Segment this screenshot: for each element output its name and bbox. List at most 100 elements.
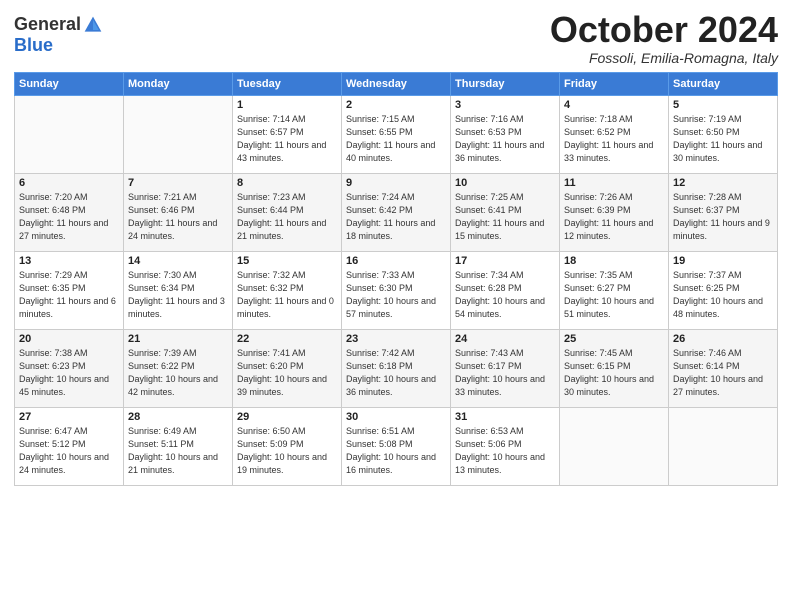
day-info: Sunrise: 6:50 AM Sunset: 5:09 PM Dayligh… <box>237 425 337 477</box>
day-info: Sunrise: 7:32 AM Sunset: 6:32 PM Dayligh… <box>237 269 337 321</box>
logo-blue-text: Blue <box>14 35 53 56</box>
calendar-cell: 20 Sunrise: 7:38 AM Sunset: 6:23 PM Dayli… <box>15 329 124 407</box>
day-number: 15 <box>237 255 337 267</box>
week-row-2: 6 Sunrise: 7:20 AM Sunset: 6:48 PM Daylig… <box>15 173 778 251</box>
day-info: Sunrise: 6:53 AM Sunset: 5:06 PM Dayligh… <box>455 425 555 477</box>
weekday-header-wednesday: Wednesday <box>342 72 451 95</box>
weekday-header-tuesday: Tuesday <box>233 72 342 95</box>
calendar-table: SundayMondayTuesdayWednesdayThursdayFrid… <box>14 72 778 486</box>
day-number: 6 <box>19 177 119 189</box>
day-info: Sunrise: 7:45 AM Sunset: 6:15 PM Dayligh… <box>564 347 664 399</box>
day-info: Sunrise: 7:37 AM Sunset: 6:25 PM Dayligh… <box>673 269 773 321</box>
day-info: Sunrise: 7:19 AM Sunset: 6:50 PM Dayligh… <box>673 113 773 165</box>
day-info: Sunrise: 7:14 AM Sunset: 6:57 PM Dayligh… <box>237 113 337 165</box>
calendar-cell: 31 Sunrise: 6:53 AM Sunset: 5:06 PM Dayli… <box>451 407 560 485</box>
calendar-cell: 9 Sunrise: 7:24 AM Sunset: 6:42 PM Daylig… <box>342 173 451 251</box>
title-area: October 2024 Fossoli, Emilia-Romagna, It… <box>550 10 778 66</box>
day-number: 10 <box>455 177 555 189</box>
day-info: Sunrise: 7:20 AM Sunset: 6:48 PM Dayligh… <box>19 191 119 243</box>
calendar-cell: 8Sunrise: 7:23 AM Sunset: 6:44 PM Daylig… <box>233 173 342 251</box>
day-info: Sunrise: 7:28 AM Sunset: 6:37 PM Dayligh… <box>673 191 773 243</box>
day-info: Sunrise: 7:38 AM Sunset: 6:23 PM Dayligh… <box>19 347 119 399</box>
day-number: 4 <box>564 99 664 111</box>
day-number: 23 <box>346 333 446 345</box>
day-info: Sunrise: 7:23 AM Sunset: 6:44 PM Dayligh… <box>237 191 337 243</box>
calendar-cell: 1 Sunrise: 7:14 AM Sunset: 6:57 PM Daylig… <box>233 95 342 173</box>
day-info: Sunrise: 7:39 AM Sunset: 6:22 PM Dayligh… <box>128 347 228 399</box>
calendar-cell <box>124 95 233 173</box>
calendar-cell: 2Sunrise: 7:15 AM Sunset: 6:55 PM Daylig… <box>342 95 451 173</box>
calendar-cell: 29 Sunrise: 6:50 AM Sunset: 5:09 PM Dayli… <box>233 407 342 485</box>
day-number: 19 <box>673 255 773 267</box>
calendar-cell: 5 Sunrise: 7:19 AM Sunset: 6:50 PM Daylig… <box>669 95 778 173</box>
week-row-5: 27Sunrise: 6:47 AM Sunset: 5:12 PM Dayli… <box>15 407 778 485</box>
calendar-cell: 24Sunrise: 7:43 AM Sunset: 6:17 PM Dayli… <box>451 329 560 407</box>
calendar-cell: 6 Sunrise: 7:20 AM Sunset: 6:48 PM Daylig… <box>15 173 124 251</box>
day-info: Sunrise: 6:49 AM Sunset: 5:11 PM Dayligh… <box>128 425 228 477</box>
calendar-cell: 19 Sunrise: 7:37 AM Sunset: 6:25 PM Dayli… <box>669 251 778 329</box>
day-info: Sunrise: 7:24 AM Sunset: 6:42 PM Dayligh… <box>346 191 446 243</box>
calendar-cell: 26Sunrise: 7:46 AM Sunset: 6:14 PM Dayli… <box>669 329 778 407</box>
day-number: 7 <box>128 177 228 189</box>
day-number: 18 <box>564 255 664 267</box>
calendar-cell: 21 Sunrise: 7:39 AM Sunset: 6:22 PM Dayli… <box>124 329 233 407</box>
day-number: 12 <box>673 177 773 189</box>
day-number: 17 <box>455 255 555 267</box>
day-info: Sunrise: 7:16 AM Sunset: 6:53 PM Dayligh… <box>455 113 555 165</box>
day-number: 20 <box>19 333 119 345</box>
day-info: Sunrise: 7:29 AM Sunset: 6:35 PM Dayligh… <box>19 269 119 321</box>
day-info: Sunrise: 7:25 AM Sunset: 6:41 PM Dayligh… <box>455 191 555 243</box>
day-number: 30 <box>346 411 446 423</box>
day-number: 13 <box>19 255 119 267</box>
weekday-header-thursday: Thursday <box>451 72 560 95</box>
day-number: 5 <box>673 99 773 111</box>
calendar-cell: 28 Sunrise: 6:49 AM Sunset: 5:11 PM Dayli… <box>124 407 233 485</box>
calendar-cell: 18 Sunrise: 7:35 AM Sunset: 6:27 PM Dayli… <box>560 251 669 329</box>
day-number: 14 <box>128 255 228 267</box>
week-row-4: 20 Sunrise: 7:38 AM Sunset: 6:23 PM Dayli… <box>15 329 778 407</box>
calendar-cell: 30Sunrise: 6:51 AM Sunset: 5:08 PM Dayli… <box>342 407 451 485</box>
day-info: Sunrise: 7:46 AM Sunset: 6:14 PM Dayligh… <box>673 347 773 399</box>
calendar-cell: 3 Sunrise: 7:16 AM Sunset: 6:53 PM Daylig… <box>451 95 560 173</box>
day-number: 9 <box>346 177 446 189</box>
logo: General Blue <box>14 14 103 56</box>
weekday-header-monday: Monday <box>124 72 233 95</box>
page-container: General Blue October 2024 Fossoli, Emili… <box>0 0 792 496</box>
day-info: Sunrise: 7:33 AM Sunset: 6:30 PM Dayligh… <box>346 269 446 321</box>
calendar-cell: 16 Sunrise: 7:33 AM Sunset: 6:30 PM Dayli… <box>342 251 451 329</box>
day-info: Sunrise: 7:30 AM Sunset: 6:34 PM Dayligh… <box>128 269 228 321</box>
day-info: Sunrise: 7:15 AM Sunset: 6:55 PM Dayligh… <box>346 113 446 165</box>
day-info: Sunrise: 7:43 AM Sunset: 6:17 PM Dayligh… <box>455 347 555 399</box>
day-number: 28 <box>128 411 228 423</box>
calendar-cell: 11Sunrise: 7:26 AM Sunset: 6:39 PM Dayli… <box>560 173 669 251</box>
calendar-cell: 23Sunrise: 7:42 AM Sunset: 6:18 PM Dayli… <box>342 329 451 407</box>
day-info: Sunrise: 7:18 AM Sunset: 6:52 PM Dayligh… <box>564 113 664 165</box>
day-info: Sunrise: 7:35 AM Sunset: 6:27 PM Dayligh… <box>564 269 664 321</box>
day-number: 11 <box>564 177 664 189</box>
day-number: 31 <box>455 411 555 423</box>
day-number: 27 <box>19 411 119 423</box>
calendar-cell: 7 Sunrise: 7:21 AM Sunset: 6:46 PM Daylig… <box>124 173 233 251</box>
weekday-header-sunday: Sunday <box>15 72 124 95</box>
calendar-cell: 14 Sunrise: 7:30 AM Sunset: 6:34 PM Dayli… <box>124 251 233 329</box>
weekday-header-friday: Friday <box>560 72 669 95</box>
day-number: 1 <box>237 99 337 111</box>
day-number: 21 <box>128 333 228 345</box>
calendar-cell: 13 Sunrise: 7:29 AM Sunset: 6:35 PM Dayli… <box>15 251 124 329</box>
calendar-cell: 4 Sunrise: 7:18 AM Sunset: 6:52 PM Daylig… <box>560 95 669 173</box>
week-row-3: 13 Sunrise: 7:29 AM Sunset: 6:35 PM Dayli… <box>15 251 778 329</box>
calendar-cell: 12 Sunrise: 7:28 AM Sunset: 6:37 PM Dayli… <box>669 173 778 251</box>
header: General Blue October 2024 Fossoli, Emili… <box>14 10 778 66</box>
calendar-cell: 17Sunrise: 7:34 AM Sunset: 6:28 PM Dayli… <box>451 251 560 329</box>
day-info: Sunrise: 7:21 AM Sunset: 6:46 PM Dayligh… <box>128 191 228 243</box>
day-number: 29 <box>237 411 337 423</box>
day-number: 3 <box>455 99 555 111</box>
calendar-cell: 27Sunrise: 6:47 AM Sunset: 5:12 PM Dayli… <box>15 407 124 485</box>
calendar-cell <box>669 407 778 485</box>
calendar-cell: 22Sunrise: 7:41 AM Sunset: 6:20 PM Dayli… <box>233 329 342 407</box>
day-number: 16 <box>346 255 446 267</box>
week-row-1: 1 Sunrise: 7:14 AM Sunset: 6:57 PM Daylig… <box>15 95 778 173</box>
day-number: 22 <box>237 333 337 345</box>
calendar-cell: 25Sunrise: 7:45 AM Sunset: 6:15 PM Dayli… <box>560 329 669 407</box>
calendar-cell <box>15 95 124 173</box>
